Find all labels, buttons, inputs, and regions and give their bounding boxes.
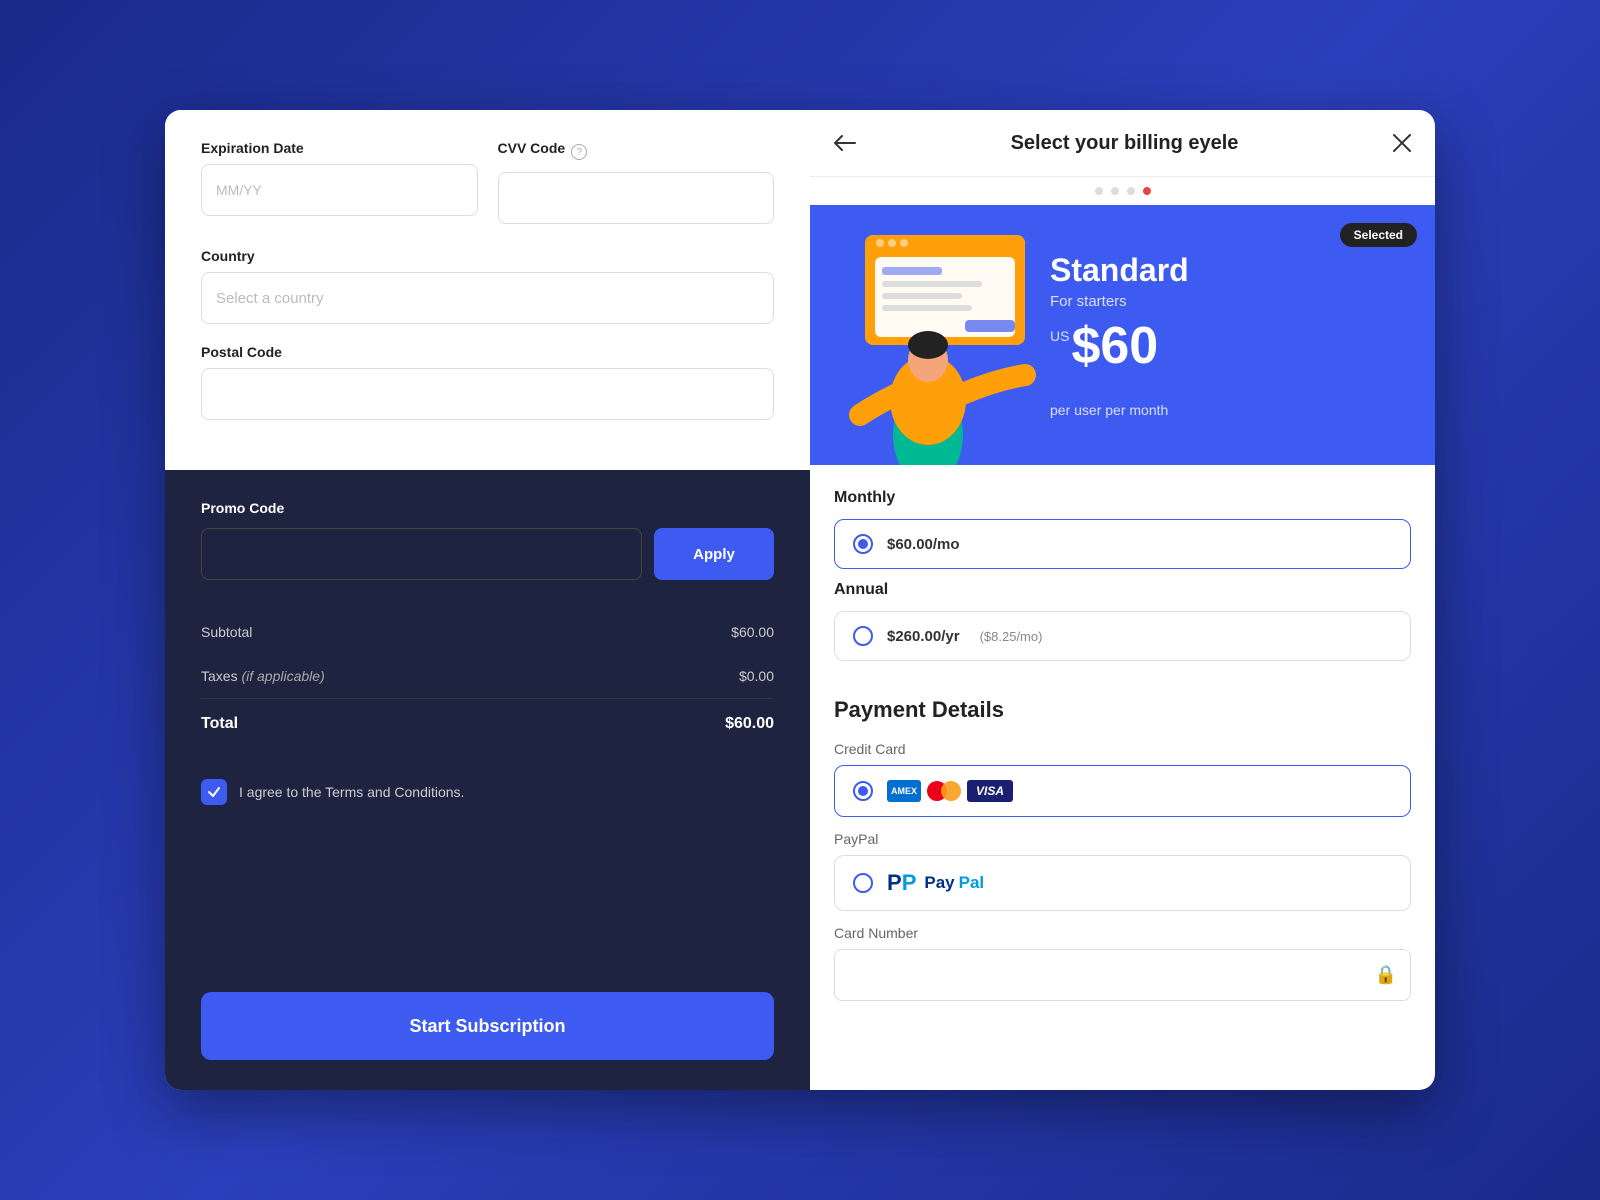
cvv-group: CVV Code ? [498, 140, 775, 224]
subtotal-value: $60.00 [731, 624, 774, 640]
expiration-cvv-row: Expiration Date CVV Code ? [201, 140, 774, 224]
card-number-label: Card Number [834, 925, 1411, 941]
expiration-group: Expiration Date [201, 140, 478, 224]
apply-button[interactable]: Apply [654, 528, 774, 580]
card-number-input-wrap: 🔒 [834, 949, 1411, 1001]
annual-option[interactable]: $260.00/yr ($8.25/mo) [834, 611, 1411, 661]
left-top-form: Expiration Date CVV Code ? Country Selec… [165, 110, 810, 470]
monthly-label: Monthly [834, 489, 1411, 507]
plan-info: Standard For starters US $60 per user pe… [1050, 232, 1435, 438]
visa-logo: VISA [967, 780, 1013, 802]
payment-section: Payment Details Credit Card AMEX VISA [810, 697, 1435, 1025]
monthly-radio-inner [858, 539, 868, 549]
price-period: per user per month [1050, 402, 1411, 418]
header-title: Select your billing eyele [1011, 130, 1239, 156]
plan-subtitle: For starters [1050, 293, 1411, 310]
price-amount: $60 [1071, 320, 1158, 372]
annual-price: $260.00/yr [887, 628, 960, 645]
promo-label: Promo Code [201, 500, 774, 516]
monthly-option[interactable]: $60.00/mo [834, 519, 1411, 569]
annual-radio [853, 626, 873, 646]
credit-card-radio [853, 781, 873, 801]
dot-1 [1095, 187, 1103, 195]
taxes-label: Taxes (if applicable) [201, 668, 325, 684]
subtotal-row: Subtotal $60.00 [201, 610, 774, 654]
monthly-radio [853, 534, 873, 554]
paypal-text1: Pay [924, 873, 954, 893]
start-subscription-button[interactable]: Start Subscription [201, 992, 774, 1060]
country-label: Country [201, 248, 774, 264]
totals-section: Subtotal $60.00 Taxes (if applicable) $0… [201, 610, 774, 749]
annual-savings: ($8.25/mo) [980, 629, 1043, 644]
paypal-icon-p1: P [887, 870, 902, 896]
monthly-price: $60.00/mo [887, 536, 960, 553]
cvv-label-row: CVV Code ? [498, 140, 775, 164]
amex-logo: AMEX [887, 780, 921, 802]
price-currency: US [1050, 328, 1069, 344]
main-container: Expiration Date CVV Code ? Country Selec… [165, 110, 1435, 1090]
postal-code-group: Postal Code [201, 344, 774, 420]
cvv-label: CVV Code [498, 140, 566, 156]
postal-code-input[interactable] [201, 368, 774, 420]
promo-row: Apply [201, 528, 774, 580]
paypal-logo: P P PayPal [887, 870, 984, 896]
plan-card: Standard For starters US $60 per user pe… [810, 205, 1435, 465]
country-group: Country Select a country [201, 248, 774, 324]
back-button[interactable] [834, 135, 856, 151]
right-panel: Select your billing eyele [810, 110, 1435, 1090]
credit-card-option: Credit Card AMEX VISA [834, 741, 1411, 817]
paypal-text2: Pal [959, 873, 985, 893]
annual-label: Annual [834, 581, 1411, 599]
postal-code-label: Postal Code [201, 344, 774, 360]
paypal-option: PayPal P P PayPal [834, 831, 1411, 911]
paypal-radio [853, 873, 873, 893]
card-number-section: Card Number 🔒 [834, 925, 1411, 1001]
lock-icon: 🔒 [1375, 965, 1397, 986]
cvv-input[interactable] [498, 172, 775, 224]
promo-input[interactable] [201, 528, 642, 580]
card-number-input[interactable] [834, 949, 1411, 1001]
dot-4-active [1143, 187, 1151, 195]
mastercard-logo [927, 780, 961, 802]
card-logos: AMEX VISA [887, 780, 1013, 802]
close-button[interactable] [1393, 134, 1411, 152]
plan-illustration [810, 205, 1050, 465]
subtotal-label: Subtotal [201, 624, 252, 640]
credit-card-box[interactable]: AMEX VISA [834, 765, 1411, 817]
progress-dots [810, 177, 1435, 205]
mc-circle-right [941, 781, 961, 801]
left-panel: Expiration Date CVV Code ? Country Selec… [165, 110, 810, 1090]
expiration-label: Expiration Date [201, 140, 478, 156]
grand-total-row: Total $60.00 [201, 699, 774, 749]
credit-card-label: Credit Card [834, 741, 1411, 757]
paypal-box[interactable]: P P PayPal [834, 855, 1411, 911]
plan-price: US $60 [1050, 320, 1411, 372]
taxes-note: (if applicable) [241, 668, 324, 684]
dot-2 [1111, 187, 1119, 195]
cvv-info-icon[interactable]: ? [571, 144, 587, 160]
right-header: Select your billing eyele [810, 110, 1435, 177]
plan-name: Standard [1050, 252, 1411, 289]
taxes-row: Taxes (if applicable) $0.00 [201, 654, 774, 698]
selected-badge: Selected [1340, 223, 1417, 247]
promo-section: Promo Code Apply [201, 500, 774, 610]
terms-text: I agree to the Terms and Conditions. [239, 784, 464, 800]
taxes-value: $0.00 [739, 668, 774, 684]
dot-3 [1127, 187, 1135, 195]
total-value: $60.00 [725, 715, 774, 733]
terms-checkbox[interactable] [201, 779, 227, 805]
country-select[interactable]: Select a country [201, 272, 774, 324]
paypal-label: PayPal [834, 831, 1411, 847]
total-label: Total [201, 715, 238, 733]
paypal-icon-p2: P [902, 870, 917, 896]
left-bottom-section: Promo Code Apply Subtotal $60.00 Taxes (… [165, 470, 810, 1090]
expiration-input[interactable] [201, 164, 478, 216]
terms-row: I agree to the Terms and Conditions. [201, 779, 774, 805]
credit-card-radio-inner [858, 786, 868, 796]
billing-section: Monthly $60.00/mo Annual $260.00/yr ($8.… [810, 465, 1435, 697]
payment-details-title: Payment Details [834, 697, 1411, 723]
